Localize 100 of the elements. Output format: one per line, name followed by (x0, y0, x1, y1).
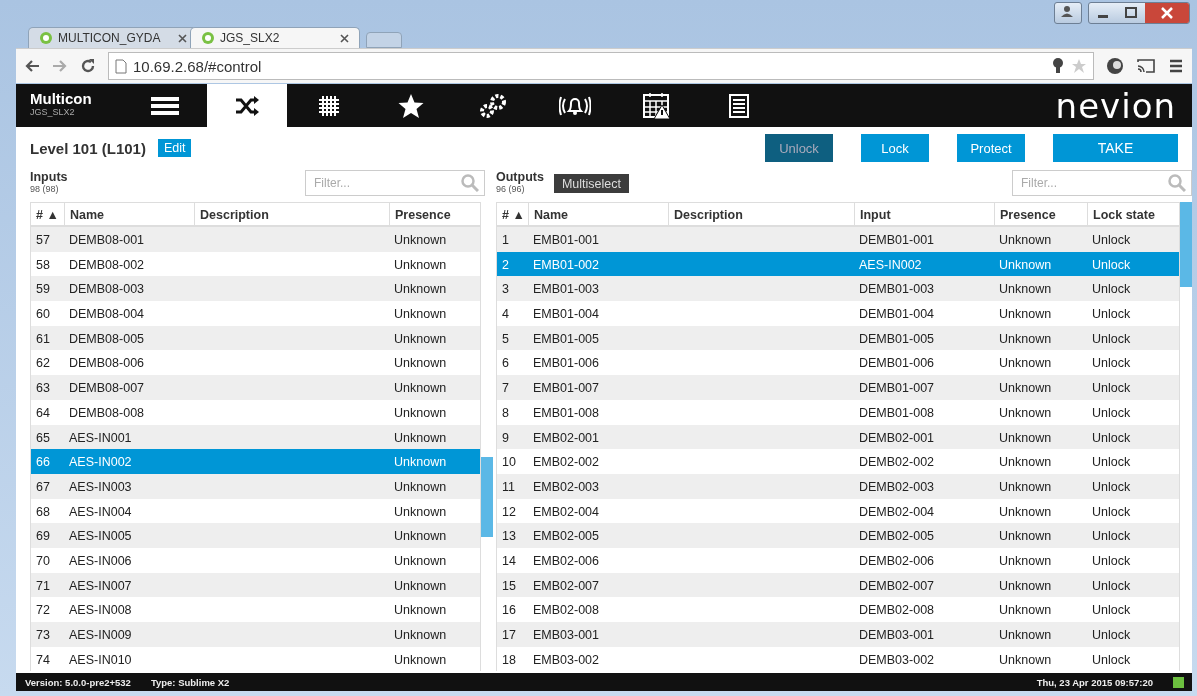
table-row[interactable]: 4 EMB01-004 DEMB01-004 Unknown Unlock (496, 301, 1180, 326)
table-cell-text: Unknown (393, 478, 448, 496)
close-icon[interactable] (1145, 3, 1189, 23)
table-row[interactable]: 15 EMB02-007 DEMB02-007 Unknown Unlock (496, 572, 1180, 598)
column-header[interactable]: # ▲ (31, 203, 64, 225)
table-row[interactable]: 11 EMB02-003 DEMB02-003 Unknown Unlock (496, 473, 1180, 499)
table-cell-text: 71 (35, 577, 51, 595)
table-cell-text: Unlock (1091, 503, 1132, 521)
address-bar[interactable]: 10.69.2.68/#control (108, 52, 1094, 80)
table-row[interactable]: 67 AES-IN003 Unknown (30, 473, 481, 499)
table-row[interactable]: 1 EMB01-001 DEMB01-001 Unknown Unlock (496, 227, 1180, 252)
table-cell-text: Unknown (393, 454, 448, 472)
table-cell-text: 74 (35, 651, 51, 669)
table-cell-text: AES-IN002 (858, 256, 923, 274)
table-row[interactable]: 17 EMB03-001 DEMB03-001 Unknown Unlock (496, 622, 1180, 647)
document-icon[interactable] (729, 93, 749, 118)
table-cell-text: Unlock (1091, 577, 1132, 595)
table-row[interactable]: 12 EMB02-004 DEMB02-004 Unknown Unlock (496, 498, 1180, 524)
table-cell-text: Unlock (1091, 380, 1132, 398)
table-cell-text: Unknown (393, 232, 448, 249)
filter-field[interactable]: Filter... (1012, 170, 1192, 196)
table-cell-text: Unknown (393, 281, 448, 299)
cast-icon[interactable] (1136, 58, 1156, 74)
user-button[interactable] (1054, 2, 1082, 24)
gears-icon[interactable] (479, 93, 507, 118)
scrollbar-thumb[interactable] (481, 457, 493, 537)
table-row[interactable]: 64 DEMB08-008 Unknown (30, 399, 481, 425)
star-icon[interactable] (1071, 58, 1087, 74)
table-row[interactable]: 5 EMB01-005 DEMB01-005 Unknown Unlock (496, 325, 1180, 351)
alarm-bell-icon[interactable] (559, 94, 591, 117)
table-cell-text: DEMB08-004 (68, 306, 146, 324)
column-header[interactable]: Description (668, 203, 854, 225)
column-header[interactable]: Input (854, 203, 994, 225)
table-row[interactable]: 6 EMB01-006 DEMB01-006 Unknown Unlock (496, 350, 1180, 376)
menu-icon[interactable] (1168, 58, 1184, 74)
table-row[interactable]: 8 EMB01-008 DEMB01-008 Unknown Unlock (496, 399, 1180, 425)
table-cell-text: Unknown (998, 552, 1053, 570)
table-row[interactable]: 13 EMB02-005 DEMB02-005 Unknown Unlock (496, 523, 1180, 548)
table-cell-text: Unlock (1091, 552, 1132, 570)
column-header[interactable]: Description (194, 203, 389, 225)
back-arrow-icon[interactable] (24, 59, 40, 73)
column-header[interactable]: Lock state (1087, 203, 1179, 225)
table-row[interactable]: 7 EMB01-007 DEMB01-007 Unknown Unlock (496, 375, 1180, 400)
table-row[interactable]: 63 DEMB08-007 Unknown (30, 375, 481, 400)
table-row[interactable]: 65 AES-IN001 Unknown (30, 424, 481, 450)
multiselect-button[interactable]: Multiselect (553, 174, 629, 193)
browser-tab[interactable]: JGS_SLX2 (190, 27, 360, 48)
column-header[interactable]: Presence (389, 203, 480, 225)
grid-icon[interactable] (319, 95, 339, 116)
reload-icon[interactable] (80, 58, 96, 74)
table-cell-text: EMB03-002 (532, 651, 600, 669)
table-cell-text: DEMB08-007 (68, 380, 146, 398)
table-cell-text: Unknown (998, 404, 1053, 422)
calendar-warning-icon[interactable] (643, 91, 671, 120)
table-cell-text: 10 (501, 454, 517, 472)
table-cell-text: EMB01-003 (532, 281, 600, 299)
version-text: Version: 5.0.0-pre2+532 (25, 676, 131, 688)
star-icon[interactable] (398, 93, 424, 118)
table-cell-text: Unlock (1091, 627, 1132, 644)
table-row[interactable]: 59 DEMB08-003 Unknown (30, 276, 481, 302)
shuffle-icon[interactable] (235, 95, 259, 116)
table-cell-text: AES-IN005 (68, 528, 133, 546)
table-row[interactable]: 60 DEMB08-004 Unknown (30, 301, 481, 326)
nav-tab[interactable] (207, 84, 287, 127)
table-row[interactable]: 57 DEMB08-001 Unknown (30, 227, 481, 252)
table-row[interactable]: 72 AES-IN008 Unknown (30, 597, 481, 622)
scrollbar-thumb[interactable] (1180, 202, 1192, 287)
table-row[interactable]: 3 EMB01-003 DEMB01-003 Unknown Unlock (496, 276, 1180, 302)
column-header[interactable]: Presence (994, 203, 1087, 225)
table-cell-text: Unknown (393, 503, 448, 521)
filter-field[interactable]: Filter... (305, 170, 485, 196)
table-row[interactable]: 10 EMB02-002 DEMB02-002 Unknown Unlock (496, 449, 1180, 474)
table-row[interactable]: 71 AES-IN007 Unknown (30, 572, 481, 598)
table-row[interactable]: 14 EMB02-006 DEMB02-006 Unknown Unlock (496, 547, 1180, 573)
table-row[interactable]: 18 EMB03-002 DEMB03-002 Unknown Unlock (496, 646, 1180, 672)
table-row[interactable]: 61 DEMB08-005 Unknown (30, 325, 481, 351)
table-row[interactable]: 58 DEMB08-002 Unknown (30, 251, 481, 277)
table-row[interactable]: 62 DEMB08-006 Unknown (30, 350, 481, 376)
column-header[interactable]: # ▲ (497, 203, 528, 225)
table-row[interactable]: 16 EMB02-008 DEMB02-008 Unknown Unlock (496, 597, 1180, 622)
table-row[interactable]: 73 AES-IN009 Unknown (30, 622, 481, 647)
table-row[interactable]: 69 AES-IN005 Unknown (30, 523, 481, 548)
column-header[interactable]: Name (64, 203, 194, 225)
table-cell-text: Unknown (393, 306, 448, 324)
close-icon[interactable] (340, 33, 349, 43)
table-row[interactable]: 74 AES-IN010 Unknown (30, 646, 481, 672)
rack-icon[interactable] (151, 95, 179, 116)
table-cell-text: 70 (35, 552, 51, 570)
table-cell-text: 65 (35, 429, 51, 447)
table-cell-text: DEMB03-001 (858, 627, 936, 644)
table-row[interactable]: 70 AES-IN006 Unknown (30, 547, 481, 573)
column-header[interactable]: Name (528, 203, 668, 225)
extension-icon[interactable] (1106, 57, 1124, 75)
lightbulb-icon[interactable] (1051, 57, 1065, 75)
table-row[interactable]: 9 EMB02-001 DEMB02-001 Unknown Unlock (496, 424, 1180, 450)
table-cell-text: Unlock (1091, 429, 1132, 447)
table-cell-text: AES-IN002 (68, 454, 133, 472)
close-icon[interactable] (178, 33, 187, 43)
table-cell-text: 63 (35, 380, 51, 398)
table-row[interactable]: 68 AES-IN004 Unknown (30, 498, 481, 524)
